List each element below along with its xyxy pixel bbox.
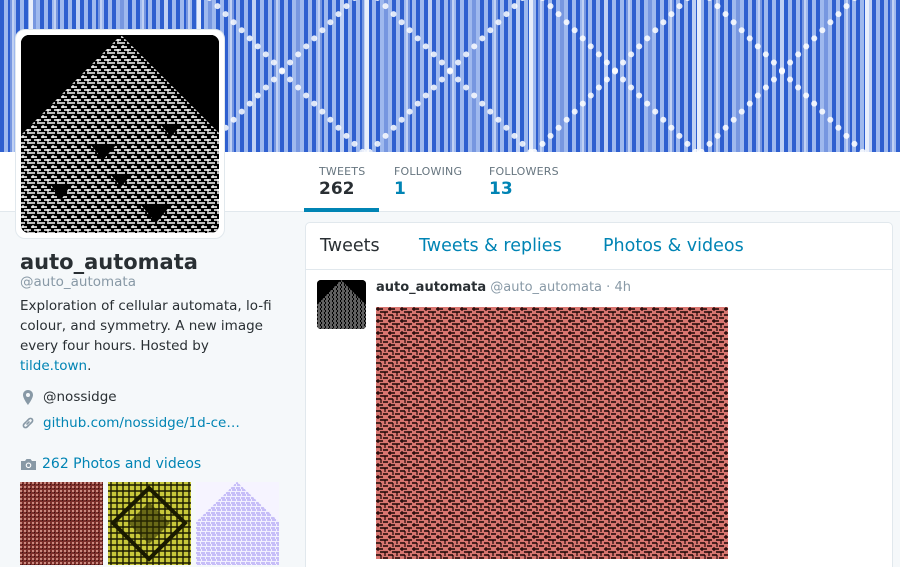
profile-handle[interactable]: @auto_automata (20, 274, 290, 290)
timeline: Tweets Tweets & replies Photos & videos … (305, 222, 893, 567)
banner-pattern (365, 0, 535, 75)
bio-link[interactable]: tilde.town (20, 358, 87, 374)
tweet-avatar-image (317, 280, 366, 329)
banner-divider (529, 0, 533, 152)
thumbnail-image (196, 482, 279, 565)
website-link[interactable]: github.com/nossidge/1d-ce… (43, 415, 240, 431)
tab-photos-videos[interactable]: Photos & videos (603, 236, 744, 256)
photo-thumbnail[interactable] (108, 482, 191, 565)
avatar-image (21, 35, 219, 233)
photo-thumbnail[interactable] (20, 482, 103, 565)
tweet-header: auto_automata @auto_automata · 4h (376, 280, 631, 295)
stat-value: 262 (319, 179, 355, 199)
stat-value: 13 (489, 179, 513, 199)
banner-pattern (697, 0, 867, 75)
bio-end: . (87, 358, 92, 374)
tweet-media-image[interactable] (376, 307, 728, 559)
profile-location: @nossidge (20, 388, 290, 406)
banner-divider (865, 0, 869, 152)
automaton-pink-image (376, 307, 728, 559)
stat-followers[interactable]: FOLLOWERS 13 (489, 152, 569, 212)
photos-label: 262 Photos and videos (42, 456, 202, 472)
thumbnail-image (108, 482, 191, 565)
profile-name[interactable]: auto_automata (20, 250, 290, 274)
banner-pattern (365, 67, 535, 152)
profile-avatar[interactable] (15, 29, 225, 239)
profile-website: github.com/nossidge/1d-ce… (20, 414, 290, 432)
stat-following[interactable]: FOLLOWING 1 (394, 152, 474, 212)
stat-label: FOLLOWING (394, 165, 463, 178)
tweet-avatar[interactable] (317, 280, 366, 329)
stat-tweets[interactable]: TWEETS 262 (304, 152, 379, 212)
banner-divider (365, 0, 369, 152)
timeline-tabs: Tweets Tweets & replies Photos & videos (306, 223, 892, 270)
thumbnail-image (20, 482, 103, 565)
photos-videos-link[interactable]: 262 Photos and videos (20, 456, 201, 472)
profile-card: auto_automata @auto_automata Exploration… (20, 250, 290, 432)
link-icon (20, 415, 36, 431)
tweet-author-handle[interactable]: @auto_automata (490, 280, 602, 295)
map-pin-icon (20, 389, 36, 405)
profile-bio: Exploration of cellular automata, lo-fi … (20, 296, 290, 376)
stat-value: 1 (394, 179, 406, 199)
photo-thumbnail[interactable] (196, 482, 279, 565)
location-text: @nossidge (43, 389, 117, 405)
tweet-timestamp[interactable]: 4h (614, 280, 631, 295)
bio-text: Exploration of cellular automata, lo-fi … (20, 298, 272, 354)
tab-tweets[interactable]: Tweets (320, 236, 380, 256)
banner-pattern (530, 67, 700, 152)
tab-tweets-replies[interactable]: Tweets & replies (419, 236, 562, 256)
automaton-triangle-image (21, 35, 219, 233)
tweet-author-name[interactable]: auto_automata (376, 280, 486, 295)
banner-pattern (697, 67, 867, 152)
camera-icon (20, 458, 37, 471)
stat-label: TWEETS (319, 165, 366, 178)
stat-label: FOLLOWERS (489, 165, 559, 178)
banner-pattern (530, 0, 700, 75)
active-tab-indicator (304, 208, 379, 212)
tweet-separator: · (606, 280, 611, 295)
banner-divider (697, 0, 701, 152)
